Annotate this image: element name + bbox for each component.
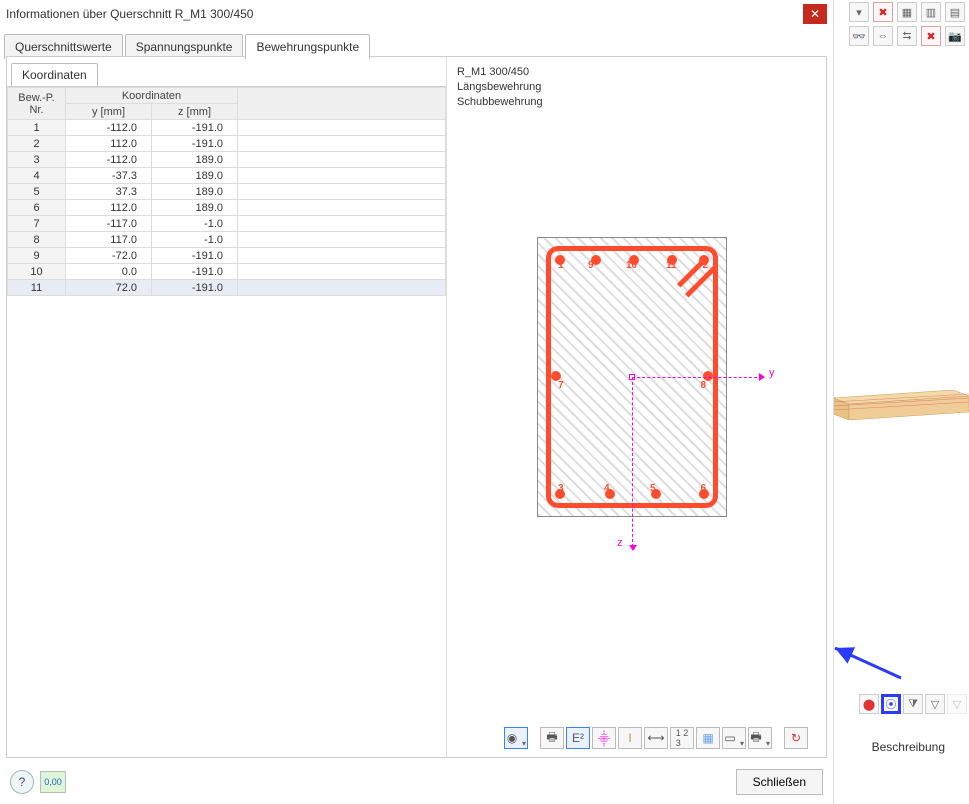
th-coord-group: Koordinaten: [66, 88, 238, 104]
axis-z-label: z: [617, 537, 623, 549]
dialog-title: Informationen über Querschnitt R_M1 300/…: [6, 7, 803, 21]
filter3-icon[interactable]: ▽: [947, 694, 967, 714]
th-nr: Bew.-P. Nr.: [8, 88, 66, 120]
rebar-label: 3: [558, 483, 564, 494]
table-row[interactable]: 1172.0-191.0: [8, 280, 446, 296]
rebar-label: 10: [626, 260, 637, 271]
show-values-icon[interactable]: E²: [566, 727, 590, 749]
rebar-label: 6: [700, 483, 706, 494]
table-row[interactable]: 6112.0189.0: [8, 200, 446, 216]
left-pane: Koordinaten Bew.-P. Nr. Koordinaten y [m…: [7, 57, 447, 757]
print-icon[interactable]: 🖶: [540, 727, 564, 749]
close-button[interactable]: Schließen: [736, 769, 823, 795]
camera-icon[interactable]: 📷: [945, 26, 965, 46]
rebar-label: 7: [558, 380, 564, 391]
table-row[interactable]: 3-112.0189.0: [8, 152, 446, 168]
rebar-label: 8: [700, 380, 706, 391]
table-row[interactable]: 9-72.0-191.0: [8, 248, 446, 264]
dropdown-icon[interactable]: ▾: [849, 2, 869, 22]
annotation-arrow: [829, 644, 909, 684]
description-label: Beschreibung: [872, 740, 945, 754]
result-toolbar: ⬤ ⦿ ⧩ ▽ ▽: [859, 694, 967, 714]
table-row[interactable]: 100.0-191.0: [8, 264, 446, 280]
preview-title: R_M1 300/450: [457, 65, 816, 80]
titlebar: Informationen über Querschnitt R_M1 300/…: [0, 0, 833, 28]
th-empty: [238, 88, 446, 120]
refresh-icon[interactable]: ↻: [784, 727, 808, 749]
subtab-koordinaten[interactable]: Koordinaten: [11, 63, 98, 86]
beam-3d-preview: [833, 390, 969, 420]
mirror-icon[interactable]: ⮀: [897, 26, 917, 46]
filter2-icon[interactable]: ▽: [925, 694, 945, 714]
view-front-icon[interactable]: ▤: [945, 2, 965, 22]
units-icon[interactable]: 0,00: [40, 771, 66, 793]
table-row[interactable]: 4-37.3189.0: [8, 168, 446, 184]
dialog-footer: ? 0,00 Schließen: [0, 760, 833, 804]
link-icon[interactable]: ⇔: [873, 26, 893, 46]
filter1-icon[interactable]: ⧩: [903, 694, 923, 714]
main-app-background: ▾ ✖ ▦ ▥ ▤ 👓 ⇔ ⮀ ✖ 📷 ⬤ ⦿ ⧩ ▽ ▽ Beschreibu…: [833, 0, 969, 804]
show-reinforcement-icon[interactable]: ⦿: [881, 694, 901, 714]
table-row[interactable]: 8117.0-1.0: [8, 232, 446, 248]
table-row[interactable]: 2112.0-191.0: [8, 136, 446, 152]
rebar-coordinates-table: Bew.-P. Nr. Koordinaten y [mm] z [mm] 1-…: [7, 87, 446, 296]
cross-section-dialog: Informationen über Querschnitt R_M1 300/…: [0, 0, 834, 804]
close-icon[interactable]: ✕: [803, 4, 827, 24]
cross-section-diagram: 1 9 10 11 2 7 8 3 4 5 6 y z: [517, 237, 797, 617]
axes-icon[interactable]: ⸎: [592, 727, 616, 749]
stress-points-icon[interactable]: ◉: [504, 727, 528, 749]
tab-bewehrungspunkte[interactable]: Bewehrungspunkte: [245, 34, 370, 59]
axis-y-label: y: [769, 367, 775, 379]
rebar-label: 9: [588, 260, 594, 271]
fill-icon[interactable]: ▭: [722, 727, 746, 749]
th-y: y [mm]: [66, 104, 152, 120]
table-row[interactable]: 7-117.0-1.0: [8, 216, 446, 232]
preview-shear-reinf: Schubbewehrung: [457, 95, 816, 110]
main-tabbar: Querschnittswerte Spannungspunkte Bewehr…: [0, 28, 833, 59]
preview-pane: R_M1 300/450 Längsbewehrung Schubbewehru…: [447, 57, 826, 757]
view-top-icon[interactable]: ▥: [921, 2, 941, 22]
table-row[interactable]: 1-112.0-191.0: [8, 120, 446, 136]
view-iso-icon[interactable]: ▦: [897, 2, 917, 22]
rebar-label: 11: [666, 260, 677, 271]
section-shape-icon[interactable]: I: [618, 727, 642, 749]
delete-view-icon[interactable]: ✖: [873, 2, 893, 22]
print-graphic-icon[interactable]: 🖶: [748, 727, 772, 749]
graphics-toolbar: ◉ 🖶 E² ⸎ I ⟷ 1 23 ▦ ▭ 🖶 ↻: [504, 727, 808, 749]
rebar-label: 2: [702, 260, 708, 271]
table-row[interactable]: 537.3189.0: [8, 184, 446, 200]
colors-icon[interactable]: ⬤: [859, 694, 879, 714]
dimensions-icon[interactable]: ⟷: [644, 727, 668, 749]
th-z: z [mm]: [152, 104, 238, 120]
preview-long-reinf: Längsbewehrung: [457, 80, 816, 95]
help-icon[interactable]: ?: [10, 770, 34, 794]
glasses-icon[interactable]: 👓: [849, 26, 869, 46]
delete-icon[interactable]: ✖: [921, 26, 941, 46]
rebar-label: 4: [604, 483, 610, 494]
rebar-label: 1: [558, 260, 564, 271]
grid-icon[interactable]: ▦: [696, 727, 720, 749]
numbers-icon[interactable]: 1 23: [670, 727, 694, 749]
rebar-label: 5: [650, 483, 656, 494]
